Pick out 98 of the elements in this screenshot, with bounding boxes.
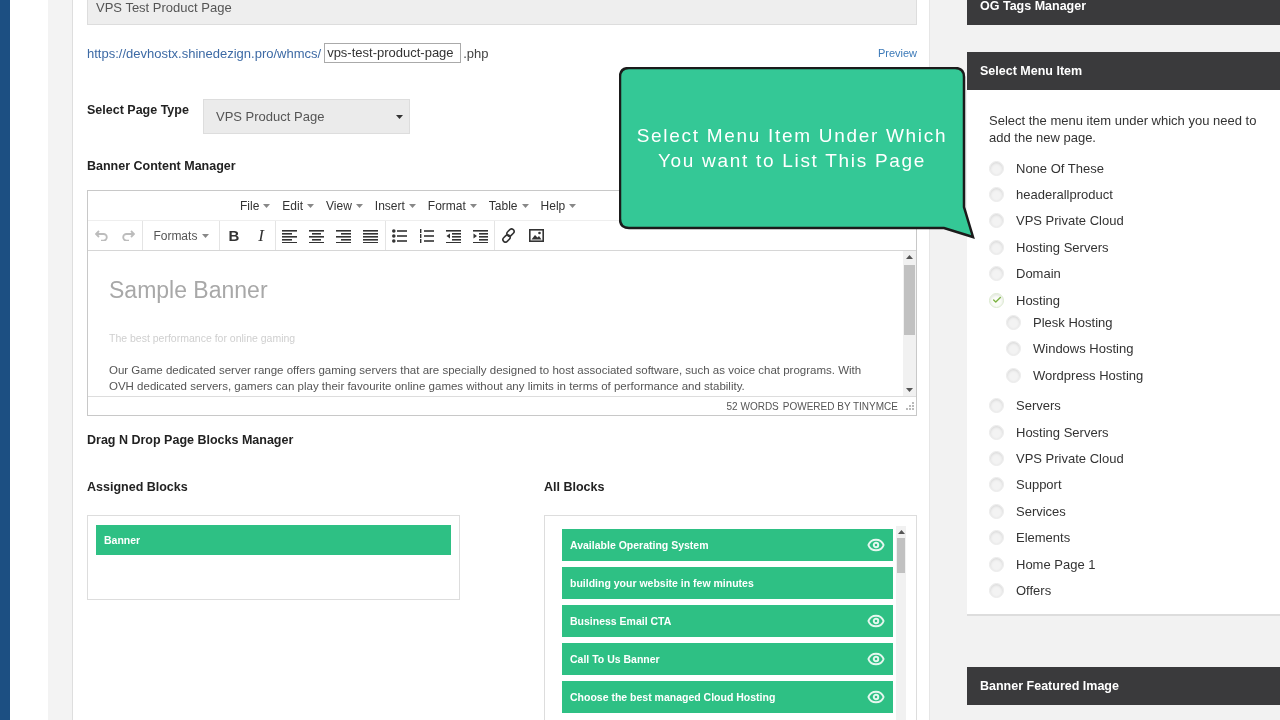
scrollbar[interactable] xyxy=(896,526,906,720)
resize-handle-icon[interactable] xyxy=(906,402,914,410)
option-label[interactable]: Offers xyxy=(1016,582,1052,598)
option-label[interactable]: Support xyxy=(1016,477,1062,493)
radio-button[interactable] xyxy=(989,187,1004,203)
bullet-list-icon xyxy=(391,228,407,243)
banner-title: Sample Banner xyxy=(109,276,268,305)
menu-item[interactable]: Table xyxy=(482,192,535,219)
menu-item[interactable]: File xyxy=(234,192,277,219)
scrollbar-thumb[interactable] xyxy=(904,265,915,335)
caret-icon xyxy=(202,233,210,238)
option-label[interactable]: Domain xyxy=(1016,266,1061,282)
scrollbar[interactable] xyxy=(903,251,916,396)
option-label[interactable]: VPS Private Cloud xyxy=(1016,213,1124,229)
column-heading: All Blocks xyxy=(544,479,605,496)
radio-button[interactable] xyxy=(989,556,1004,572)
option-label[interactable]: Services xyxy=(1016,503,1066,519)
align-center-icon xyxy=(309,228,325,243)
word-count-text: 52 WORDS xyxy=(726,400,779,412)
arrow-up-icon xyxy=(906,255,913,259)
page-type-label: Select Page Type xyxy=(87,102,190,119)
link-icon xyxy=(501,228,517,243)
undo-icon xyxy=(95,230,109,241)
radio-button[interactable] xyxy=(1006,367,1021,383)
radio-button[interactable] xyxy=(989,398,1004,414)
menu-item[interactable]: View xyxy=(320,192,369,219)
panel-header[interactable]: Select Menu Item xyxy=(967,52,1280,90)
menu-item[interactable]: Format xyxy=(421,192,483,219)
slug-field[interactable]: vps-test-product-page xyxy=(324,43,462,63)
option-label[interactable]: Windows Hosting xyxy=(1033,341,1134,357)
caret-icon xyxy=(521,203,529,208)
caret-icon xyxy=(408,203,416,208)
caret-icon xyxy=(569,203,577,208)
radio-button[interactable] xyxy=(989,530,1004,546)
panel-header[interactable]: Banner Featured Image xyxy=(967,666,1280,705)
arrow-down-icon xyxy=(906,388,913,392)
radio-button[interactable] xyxy=(989,503,1004,519)
option-label[interactable]: Elements xyxy=(1016,530,1071,546)
radio-button[interactable] xyxy=(989,266,1004,282)
option-label[interactable]: Home Page 1 xyxy=(1016,556,1096,572)
page-title-field[interactable]: VPS Test Product Page xyxy=(87,0,917,25)
menu-item[interactable]: Edit xyxy=(276,192,321,219)
numbered-list-icon xyxy=(418,228,434,243)
option-label[interactable]: Hosting Servers xyxy=(1016,424,1109,440)
align-right-icon xyxy=(336,228,352,243)
section-heading: Drag N Drop Page Blocks Manager xyxy=(87,432,294,449)
option-label[interactable]: Hosting Servers xyxy=(1016,239,1109,255)
option-label[interactable]: Plesk Hosting xyxy=(1033,315,1113,331)
caret-icon xyxy=(469,203,477,208)
preview-link[interactable]: Preview xyxy=(877,47,917,59)
eye-icon[interactable] xyxy=(867,688,885,706)
radio-button[interactable] xyxy=(989,451,1004,466)
option-label[interactable]: None Of These xyxy=(1016,160,1104,176)
column-heading: Assigned Blocks xyxy=(87,479,188,496)
banner-paragraph: Our Game dedicated server range offers gaming servers that are specially designed to host associated software, such as voice chat programs. With OVH dedicated servers, gamers can play their favourite online games without any limits in terms of performance and stability. xyxy=(109,363,863,394)
powered-by-link[interactable]: POWERED BY TINYMCE xyxy=(782,400,898,412)
option-label[interactable]: VPS Private Cloud xyxy=(1016,451,1124,466)
radio-button[interactable] xyxy=(989,160,1004,176)
caret-icon xyxy=(396,114,403,119)
page-type-select[interactable]: VPS Product Page xyxy=(203,99,410,134)
scrollbar-thumb[interactable] xyxy=(897,538,905,573)
check-icon xyxy=(991,295,1002,306)
align-justify-icon xyxy=(363,228,379,243)
section-heading: Banner Content Manager xyxy=(87,158,236,175)
eye-icon[interactable] xyxy=(867,536,885,554)
url-suffix-text: .php xyxy=(463,45,489,61)
caret-icon xyxy=(355,203,363,208)
option-label[interactable]: Hosting xyxy=(1016,292,1061,308)
radio-button[interactable] xyxy=(989,582,1004,598)
callout-text: Select Menu Item Under Which You want to List This Page xyxy=(635,124,949,173)
radio-button[interactable] xyxy=(989,477,1004,493)
radio-button[interactable] xyxy=(1006,315,1021,331)
panel-header[interactable]: OG Tags Manager xyxy=(967,0,1280,25)
radio-button[interactable] xyxy=(989,213,1004,229)
eye-icon[interactable] xyxy=(867,612,885,630)
bold-button[interactable]: B xyxy=(220,221,248,250)
radio-button[interactable] xyxy=(989,424,1004,440)
indent-icon xyxy=(473,228,489,243)
image-icon xyxy=(528,229,544,242)
caret-icon xyxy=(307,203,315,208)
radio-button[interactable] xyxy=(989,239,1004,255)
radio-button[interactable] xyxy=(989,292,1004,308)
panel-description: Select the menu item under which you need to add the new page. xyxy=(989,112,1258,146)
eye-icon[interactable] xyxy=(867,650,885,668)
menu-item[interactable]: Help xyxy=(534,192,583,219)
option-label[interactable]: Servers xyxy=(1016,398,1061,414)
radio-button[interactable] xyxy=(1006,341,1021,357)
formats-dropdown[interactable]: Formats xyxy=(143,221,220,250)
redo-icon xyxy=(122,230,136,241)
caret-icon xyxy=(263,203,271,208)
align-left-icon xyxy=(281,228,297,243)
arrow-up-icon xyxy=(897,530,905,534)
option-label[interactable]: Wordpress Hosting xyxy=(1033,367,1144,383)
option-label[interactable]: headerallproduct xyxy=(1016,187,1113,203)
outdent-icon xyxy=(446,228,461,243)
url-base-text: https://devhostx.shinedezign.pro/whmcs/ xyxy=(87,45,322,61)
italic-button[interactable]: I xyxy=(247,221,275,250)
menu-item[interactable]: Insert xyxy=(368,192,422,219)
